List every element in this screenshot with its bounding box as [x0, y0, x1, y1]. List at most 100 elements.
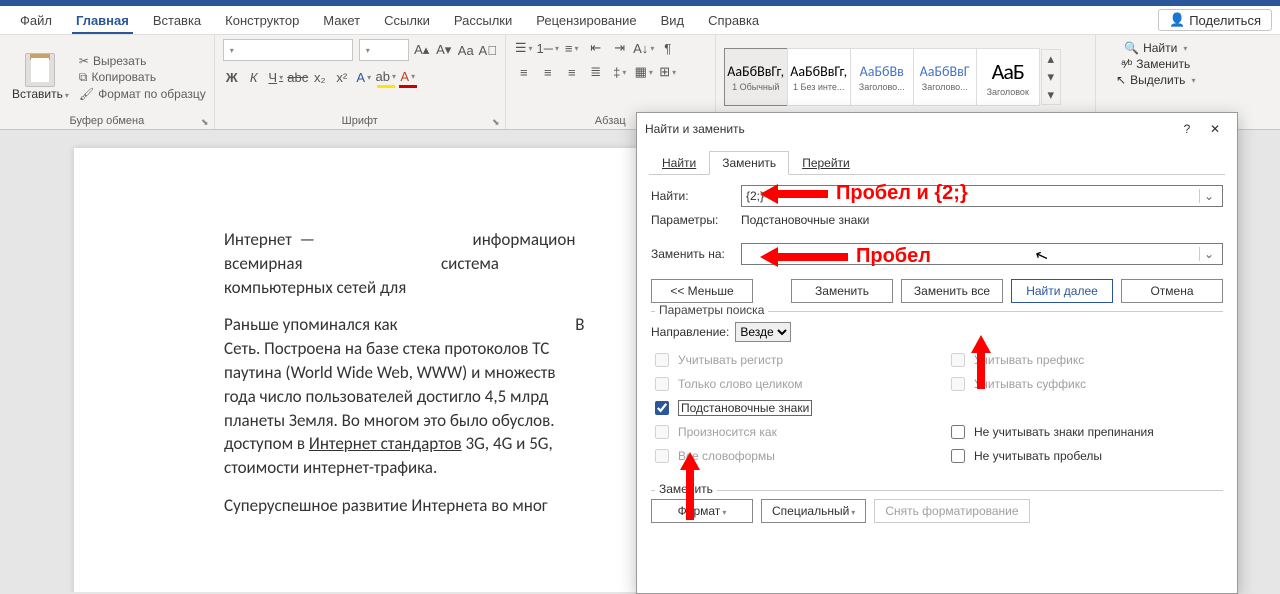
numbering-icon[interactable]: 1─	[538, 39, 558, 57]
tab-help[interactable]: Справка	[696, 6, 771, 34]
close-button[interactable]: ✕	[1201, 119, 1229, 139]
search-icon: 🔍	[1124, 41, 1139, 55]
cut-label: Вырезать	[93, 54, 146, 68]
bullets-icon[interactable]: ☰	[514, 39, 534, 57]
replace-label: Заменить на:	[651, 247, 741, 261]
shrink-font-icon[interactable]: A▾	[435, 41, 453, 59]
direction-select[interactable]: Везде	[735, 322, 791, 342]
font-size-combo[interactable]	[359, 39, 409, 61]
styles-scroll-down-icon[interactable]: ▾	[1042, 68, 1060, 86]
style-sample: АаБбВвГг,	[727, 63, 784, 80]
find-input-text: {2;}	[746, 189, 764, 203]
dialog-tab-find[interactable]: Найти	[649, 151, 709, 175]
paste-label: Вставить	[12, 87, 69, 101]
font-color-icon[interactable]: A	[399, 67, 417, 88]
find-next-button[interactable]: Найти далее	[1011, 279, 1113, 303]
paste-button[interactable]: Вставить	[8, 53, 73, 101]
align-left-icon[interactable]: ≡	[514, 63, 534, 81]
highlight-icon[interactable]: ab	[377, 67, 395, 88]
annotation-replaceall-arrow	[971, 335, 991, 389]
underline-button[interactable]: Ч	[267, 69, 285, 87]
copy-icon: ⧉	[79, 70, 88, 85]
style-sample: АаБбВвГг,	[790, 63, 847, 80]
strike-button[interactable]: abc	[289, 69, 307, 87]
chk-ignore-spaces[interactable]: Не учитывать пробелы	[947, 446, 1223, 466]
select-label: Выделить	[1130, 73, 1185, 87]
find-input[interactable]: {2;} ⌄	[741, 185, 1223, 207]
style-normal[interactable]: АаБбВвГг, 1 Обычный	[724, 48, 788, 106]
style-title[interactable]: АаБ Заголовок	[976, 48, 1040, 106]
styles-more-icon[interactable]: ▾	[1042, 86, 1060, 104]
cut-button[interactable]: ✂ Вырезать	[79, 54, 206, 68]
justify-icon[interactable]: ≣	[586, 63, 606, 81]
style-label: Заголово...	[859, 82, 905, 92]
special-button[interactable]: Специальный	[761, 499, 866, 523]
grow-font-icon[interactable]: A▴	[413, 41, 431, 59]
tab-references[interactable]: Ссылки	[372, 6, 442, 34]
chevron-down-icon[interactable]: ⌄	[1199, 189, 1218, 203]
select-button[interactable]: ↖ Выделить	[1116, 73, 1195, 87]
arrow-shaft	[686, 470, 694, 520]
align-right-icon[interactable]: ≡	[562, 63, 582, 81]
tab-insert[interactable]: Вставка	[141, 6, 213, 34]
text-effects-icon[interactable]: A	[355, 69, 373, 87]
tab-file[interactable]: Файл	[8, 6, 64, 34]
pilcrow-icon[interactable]: ¶	[658, 39, 678, 57]
italic-button[interactable]: К	[245, 69, 263, 87]
format-painter-button[interactable]: 🖌Формат по образцу	[79, 87, 206, 101]
style-heading2[interactable]: АаБбВвГ Заголово...	[913, 48, 977, 106]
tab-view[interactable]: Вид	[649, 6, 697, 34]
borders-icon[interactable]: ⊞	[658, 63, 678, 81]
multilevel-icon[interactable]: ≡	[562, 39, 582, 57]
find-button[interactable]: 🔍Найти	[1124, 41, 1187, 55]
chevron-down-icon[interactable]: ⌄	[1199, 247, 1218, 261]
copy-button[interactable]: ⧉Копировать	[79, 70, 206, 85]
share-button[interactable]: 👤 Поделиться	[1158, 9, 1272, 31]
replace-all-button[interactable]: Заменить все	[901, 279, 1003, 303]
align-center-icon[interactable]: ≡	[538, 63, 558, 81]
subscript-button[interactable]: x₂	[311, 69, 329, 87]
font-name-combo[interactable]	[223, 39, 353, 61]
replace-input[interactable]: ⌄	[741, 243, 1223, 265]
line-spacing-icon[interactable]: ‡	[610, 63, 630, 81]
cancel-button[interactable]: Отмена	[1121, 279, 1223, 303]
chk-match-case: Учитывать регистр	[651, 350, 927, 370]
superscript-button[interactable]: x²	[333, 69, 351, 87]
dialog-title-bar[interactable]: Найти и заменить ? ✕	[637, 113, 1237, 145]
sort-icon[interactable]: A↓	[634, 39, 654, 57]
chk-ignore-punct[interactable]: Не учитывать знаки препинания	[947, 422, 1223, 442]
change-case-icon[interactable]: Aa	[457, 41, 475, 59]
tab-home[interactable]: Главная	[64, 6, 141, 34]
replace-one-button[interactable]: Заменить	[791, 279, 893, 303]
indent-icon[interactable]: ⇥	[610, 39, 630, 57]
style-nospacing[interactable]: АаБбВвГг, 1 Без инте...	[787, 48, 851, 106]
clipboard-launcher-icon[interactable]: ⬊	[200, 117, 210, 127]
bold-button[interactable]: Ж	[223, 69, 241, 87]
less-button[interactable]: << Меньше	[651, 279, 753, 303]
style-sample: АаБ	[992, 58, 1024, 85]
brush-icon: 🖌	[79, 87, 94, 101]
format-button[interactable]: Формат	[651, 499, 753, 523]
tab-design[interactable]: Конструктор	[213, 6, 311, 34]
scissors-icon: ✂	[79, 54, 89, 68]
dialog-tab-replace[interactable]: Заменить	[709, 151, 789, 175]
tab-review[interactable]: Рецензирование	[524, 6, 648, 34]
style-heading1[interactable]: АаБбВв Заголово...	[850, 48, 914, 106]
shading-icon[interactable]: ▦	[634, 63, 654, 81]
tab-layout[interactable]: Макет	[311, 6, 372, 34]
dialog-tab-goto[interactable]: Перейти	[789, 151, 863, 175]
dialog-tabs: Найти Заменить Перейти	[637, 151, 1237, 175]
annotation-wildcards-arrow	[680, 452, 700, 520]
noformat-button: Снять форматирование	[874, 499, 1029, 523]
replace-button[interactable]: ᵃ⁄ᵇЗаменить	[1121, 57, 1190, 71]
outdent-icon[interactable]: ⇤	[586, 39, 606, 57]
tab-mailings[interactable]: Рассылки	[442, 6, 524, 34]
cursor-icon: ↖	[1116, 73, 1126, 87]
clear-format-icon[interactable]: A⃠	[479, 41, 497, 59]
styles-scroll-up-icon[interactable]: ▴	[1042, 50, 1060, 68]
link-internet-standards[interactable]: Интернет стандартов	[309, 433, 462, 454]
help-button[interactable]: ?	[1173, 119, 1201, 139]
font-launcher-icon[interactable]: ⬊	[491, 117, 501, 127]
chk-wildcards[interactable]: Подстановочные знаки	[651, 398, 927, 418]
replace-label: Заменить	[1136, 57, 1190, 71]
